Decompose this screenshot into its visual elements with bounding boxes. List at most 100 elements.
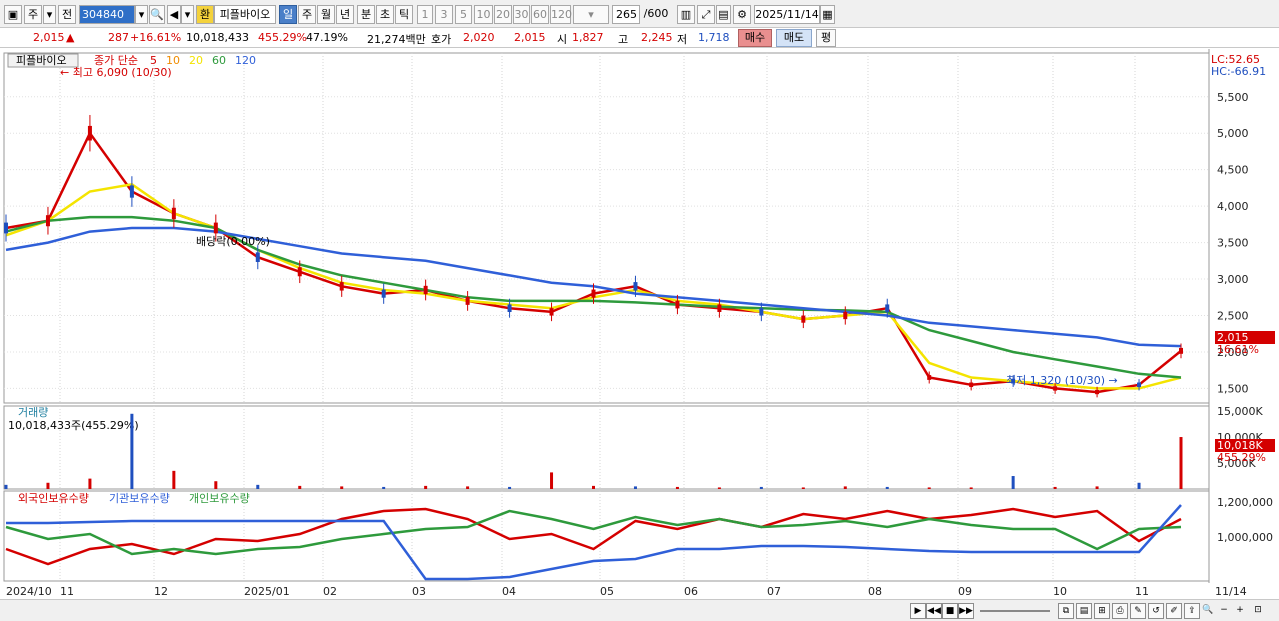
tab-6[interactable]: 틱 — [395, 5, 413, 24]
chevron-down-icon[interactable]: ▾ — [43, 5, 56, 24]
volume-bar — [340, 486, 344, 489]
change-value: 287 — [108, 31, 129, 44]
candle-body — [633, 282, 638, 291]
prev-button[interactable]: 전 — [58, 5, 76, 24]
rewind-icon[interactable]: ◀◀ — [926, 603, 942, 619]
zoom-in-icon[interactable]: + — [1232, 603, 1248, 619]
price-tick-label: 3,000 — [1217, 273, 1249, 286]
volume-pct: 455.29% — [258, 31, 307, 44]
candle-body — [423, 285, 428, 295]
interval-60[interactable]: 60 — [531, 5, 549, 24]
tab-1[interactable]: 주 — [298, 5, 316, 24]
fullscreen-icon[interactable]: ⊡ — [1250, 603, 1266, 619]
tab-3[interactable]: 년 — [336, 5, 354, 24]
candle-body — [549, 308, 554, 316]
tools-icon[interactable]: ✎ — [1130, 603, 1146, 619]
candle-body — [465, 296, 470, 305]
last-pct-text: 16.61% — [1217, 343, 1259, 356]
volume-bar — [969, 487, 973, 489]
x-axis-label: 07 — [767, 585, 781, 598]
stock-chart[interactable]: 5,5005,0004,5004,0003,5003,0002,5002,000… — [0, 49, 1279, 599]
candle-body — [1137, 382, 1142, 388]
layout-icon[interactable]: ▤ — [1076, 603, 1092, 619]
interval-1[interactable]: 1 — [417, 5, 433, 24]
volume-bar — [633, 486, 637, 489]
volume-title: 거래량 — [18, 406, 48, 419]
price-tick-label: 3,500 — [1217, 237, 1249, 250]
low-label: 저 — [677, 33, 688, 46]
amount-value: 21,274백만 — [367, 33, 426, 46]
save-icon[interactable]: ▤ — [716, 5, 731, 24]
stock-code-input[interactable]: 304840 — [79, 5, 135, 24]
forward-icon[interactable]: ▶▶ — [958, 603, 974, 619]
tab-0[interactable]: 일 — [279, 5, 297, 24]
period-select[interactable]: 주 — [24, 5, 42, 24]
chevron-down-icon[interactable]: ▾ — [181, 5, 194, 24]
volume-bar — [1137, 482, 1141, 489]
search-icon[interactable]: 🔍 — [149, 5, 165, 24]
volume-bar — [801, 487, 805, 489]
price-tick-label: 5,500 — [1217, 91, 1249, 104]
bid2-value: 2,015 — [514, 31, 546, 44]
search-icon[interactable]: 🔍 — [1200, 603, 1216, 619]
volume-bar — [1053, 486, 1057, 489]
bar-max-label: /600 — [643, 7, 669, 20]
x-axis-label: 06 — [684, 585, 698, 598]
pen-icon[interactable]: ✐ — [1166, 603, 1182, 619]
candle-body — [927, 375, 932, 380]
bid1-value: 2,020 — [463, 31, 495, 44]
price-tick-label: 4,500 — [1217, 164, 1249, 177]
price-tick-label: 5,000 — [1217, 127, 1249, 140]
tab-4[interactable]: 분 — [357, 5, 375, 24]
scroll-right-icon[interactable]: ▶ — [910, 603, 926, 619]
layout-icon[interactable]: ▣ — [4, 5, 22, 24]
price-value: 2,015 — [33, 31, 65, 44]
split-icon[interactable]: ⊞ — [1094, 603, 1110, 619]
interval-10[interactable]: 10 — [474, 5, 493, 24]
x-axis-label: 11 — [60, 585, 74, 598]
volume-bar — [927, 487, 931, 489]
chevron-down-icon[interactable]: ▾ — [135, 5, 148, 24]
compare-icon[interactable]: ⧉ — [1058, 603, 1074, 619]
calendar-icon[interactable]: ▦ — [820, 5, 835, 24]
print-icon[interactable]: ⎙ — [1112, 603, 1128, 619]
interval-dropdown[interactable]: ▾ — [573, 5, 609, 24]
low-value: 1,718 — [698, 31, 730, 44]
candle-body — [129, 185, 134, 198]
avg-button[interactable]: 평 — [816, 29, 836, 47]
tab-2[interactable]: 월 — [317, 5, 335, 24]
candle-icon[interactable]: ▥ — [677, 5, 695, 24]
tab-5[interactable]: 초 — [376, 5, 394, 24]
history-icon[interactable]: ↺ — [1148, 603, 1164, 619]
holding-panel — [3, 490, 1210, 582]
volume-bar — [1095, 486, 1099, 489]
holding-legend-2: 개인보유수량 — [189, 492, 250, 505]
interval-20[interactable]: 20 — [494, 5, 512, 24]
volume-bar — [1011, 476, 1015, 489]
zoom-slider[interactable] — [980, 610, 1050, 612]
legend-period-20: 20 — [189, 54, 203, 67]
volume-bar — [382, 486, 386, 489]
gear-icon[interactable]: ⚙ — [733, 5, 751, 24]
currency-button[interactable]: 환 — [196, 5, 214, 24]
up-arrow-icon: ▲ — [66, 31, 75, 44]
bar-count-input[interactable]: 265 — [612, 5, 640, 24]
sell-button[interactable]: 매도 — [776, 29, 812, 47]
zoom-out-icon[interactable]: − — [1216, 603, 1232, 619]
price-tick-label: 4,000 — [1217, 200, 1249, 213]
share-icon[interactable]: ⇪ — [1184, 603, 1200, 619]
interval-120[interactable]: 120 — [550, 5, 572, 24]
holding-legend-1: 기관보유수량 — [109, 492, 170, 505]
interval-5[interactable]: 5 — [455, 5, 472, 24]
interval-30[interactable]: 30 — [513, 5, 530, 24]
speaker-icon[interactable]: ◀ — [167, 5, 181, 24]
x-axis-label: 09 — [958, 585, 972, 598]
x-axis-label: 12 — [154, 585, 168, 598]
buy-button[interactable]: 매수 — [738, 29, 772, 47]
trend-icon[interactable]: ⤢ — [697, 5, 715, 24]
candle-body — [843, 311, 848, 320]
stop-icon[interactable]: ■ — [942, 603, 958, 619]
quote-bar: 2,015 ▲ 287 +16.61% 10,018,433 455.29% 4… — [0, 28, 1279, 48]
interval-3[interactable]: 3 — [435, 5, 453, 24]
date-input[interactable]: 2025/11/14 — [754, 5, 820, 24]
